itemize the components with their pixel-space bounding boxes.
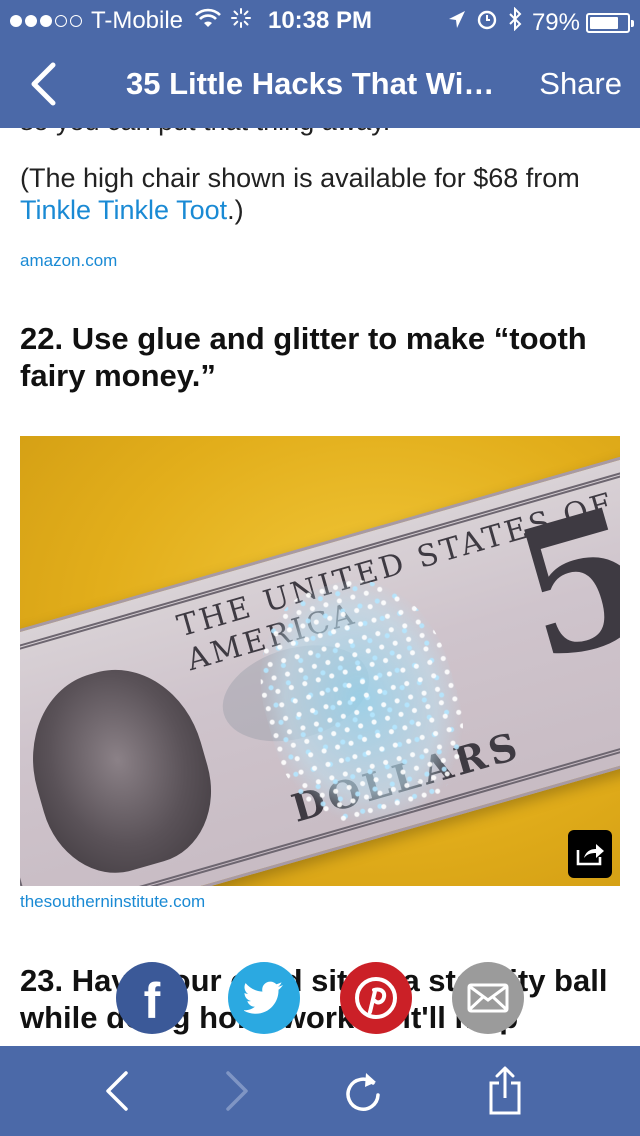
battery-icon xyxy=(586,12,634,33)
back-button[interactable] xyxy=(18,56,68,112)
caption-text-end: .) xyxy=(227,195,244,225)
caption-text: (The high chair shown is available for $… xyxy=(20,163,580,193)
toolbar-forward-icon xyxy=(226,1071,248,1111)
pinterest-share-button[interactable] xyxy=(340,962,412,1034)
heading-hack-23: 23. Have your child sit on a stability b… xyxy=(20,963,608,1035)
battery-percent: 79% xyxy=(531,8,580,36)
top-bar: T-Mobile 10:38 PM 79% 35 Little Hacks Th… xyxy=(0,0,640,128)
source-link-southern-institute[interactable]: thesoutherninstitute.com xyxy=(20,892,205,912)
battery-nub xyxy=(631,19,634,27)
tinkle-tinkle-toot-link[interactable]: Tinkle Tinkle Toot xyxy=(20,195,227,225)
toolbar-back-button[interactable] xyxy=(92,1066,142,1116)
article-content: so you can put that thing away. (The hig… xyxy=(0,128,640,1046)
back-chevron-icon xyxy=(31,62,56,106)
nav-bar: 35 Little Hacks That Wi… Share xyxy=(0,40,640,128)
partial-text-line: so you can put that thing away. xyxy=(20,128,390,137)
location-arrow-icon xyxy=(448,9,466,37)
heading-hack-22: 22. Use glue and glitter to make “tooth … xyxy=(20,321,587,393)
toolbar-share-icon xyxy=(489,1066,521,1115)
twitter-share-button[interactable] xyxy=(228,962,300,1034)
status-right: 79% xyxy=(438,6,634,38)
toolbar-forward-button[interactable] xyxy=(212,1066,262,1116)
page-title: 35 Little Hacks That Wi… xyxy=(126,66,495,101)
reload-button[interactable] xyxy=(338,1066,388,1116)
facebook-icon: f xyxy=(143,973,161,1029)
mail-icon xyxy=(467,983,509,1013)
facebook-share-button[interactable]: f xyxy=(116,962,188,1034)
tooth-fairy-money-image: THE UNITED STATES OF AMERICA DOLLARS 5 xyxy=(20,436,620,886)
battery-fill xyxy=(590,16,618,29)
twitter-icon xyxy=(244,981,283,1014)
toolbar-back-icon xyxy=(106,1071,128,1111)
status-bar: T-Mobile 10:38 PM 79% xyxy=(0,0,640,40)
pinterest-icon xyxy=(355,977,397,1019)
caption-paragraph: (The high chair shown is available for $… xyxy=(20,162,620,226)
toolbar-share-button[interactable] xyxy=(480,1066,530,1116)
email-share-button[interactable] xyxy=(452,962,524,1034)
browser-toolbar xyxy=(0,1046,640,1136)
share-button[interactable]: Share xyxy=(539,66,622,102)
bluetooth-icon xyxy=(508,6,522,38)
source-link-amazon[interactable]: amazon.com xyxy=(20,251,117,271)
reload-icon xyxy=(346,1073,380,1111)
image-share-button[interactable] xyxy=(568,830,612,878)
alarm-icon xyxy=(476,8,498,37)
share-box-icon xyxy=(576,844,604,866)
